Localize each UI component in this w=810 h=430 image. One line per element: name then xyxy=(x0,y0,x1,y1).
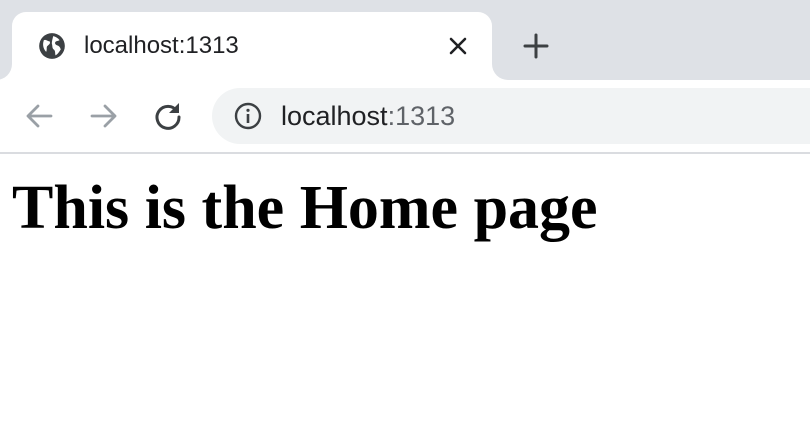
tab-title: localhost:1313 xyxy=(84,32,239,59)
active-tab[interactable]: localhost:1313 xyxy=(0,12,508,80)
info-icon[interactable] xyxy=(234,102,262,130)
globe-icon xyxy=(38,32,66,60)
tab-flare-left xyxy=(0,64,12,80)
url-port: :1313 xyxy=(387,101,456,131)
arrow-right-icon[interactable] xyxy=(88,100,120,132)
page-heading: This is the Home page xyxy=(12,174,598,242)
tab-strip: localhost:1313 xyxy=(0,0,810,80)
url-text[interactable]: localhost:1313 xyxy=(281,100,455,132)
browser-window: localhost:1313 localhost:1313 This is th… xyxy=(0,0,810,430)
address-bar[interactable]: localhost:1313 xyxy=(212,88,810,144)
plus-icon[interactable] xyxy=(521,31,551,61)
close-icon[interactable] xyxy=(446,34,470,58)
browser-toolbar: localhost:1313 xyxy=(0,80,810,154)
url-host: localhost xyxy=(281,101,388,131)
page-content: This is the Home page xyxy=(0,154,810,430)
tab-flare-right xyxy=(492,64,508,80)
reload-icon[interactable] xyxy=(152,100,184,132)
arrow-left-icon[interactable] xyxy=(23,100,55,132)
